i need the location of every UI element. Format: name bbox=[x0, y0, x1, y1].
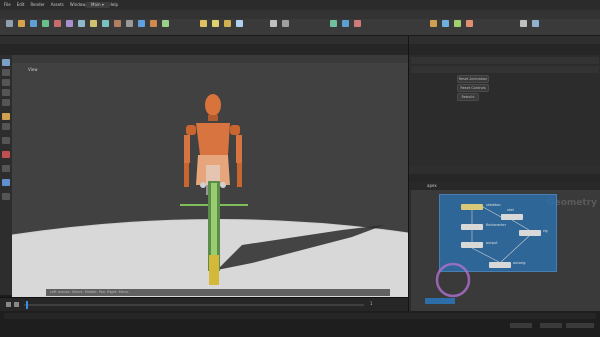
play-forward-icon[interactable] bbox=[14, 302, 19, 307]
character-head bbox=[205, 94, 221, 116]
network-path-bar[interactable]: apex bbox=[409, 182, 600, 190]
network-menu-bar[interactable] bbox=[409, 174, 600, 182]
node-header bbox=[411, 57, 599, 64]
menu-edit[interactable]: Edit bbox=[17, 2, 25, 8]
right-forearm bbox=[237, 163, 242, 187]
scene-viewport[interactable]: View Left mouse: Select. Middle: Pan. Ri… bbox=[12, 55, 408, 297]
left-knee bbox=[200, 182, 206, 188]
ipr-tool-icon[interactable] bbox=[532, 20, 539, 27]
spray-paint-tool-icon[interactable] bbox=[150, 20, 157, 27]
fluid-tool-icon[interactable] bbox=[342, 20, 349, 27]
scene-view-tabs[interactable] bbox=[0, 36, 408, 44]
parameter-path-bar[interactable] bbox=[409, 44, 600, 55]
rebuild-button[interactable]: Rebuild bbox=[457, 93, 479, 101]
record-tool-icon[interactable] bbox=[2, 151, 10, 158]
rotate-tool-icon[interactable] bbox=[2, 79, 10, 86]
network-view[interactable]: Geometry skeleton skel fkcharacter rig o… bbox=[411, 190, 600, 311]
right-shoulder bbox=[230, 125, 240, 135]
path-tool-icon[interactable] bbox=[138, 20, 145, 27]
selected-node-chip[interactable] bbox=[425, 298, 455, 304]
timeline-track[interactable] bbox=[24, 304, 364, 306]
menu-render[interactable]: Render bbox=[30, 2, 44, 8]
scene-path-bar[interactable] bbox=[0, 44, 408, 55]
left-shoulder bbox=[186, 125, 196, 135]
viewport-scene bbox=[12, 94, 408, 297]
network-path: apex bbox=[427, 183, 437, 188]
spot-light-icon[interactable] bbox=[224, 20, 231, 27]
current-frame[interactable]: 1 bbox=[370, 301, 373, 307]
snap-tool-icon[interactable] bbox=[2, 137, 10, 144]
pose-tool-icon[interactable] bbox=[2, 113, 10, 120]
character-torso bbox=[196, 123, 230, 155]
select-tool-icon[interactable] bbox=[2, 59, 10, 66]
shelf-tabs bbox=[0, 10, 600, 19]
playbar[interactable]: 1 bbox=[0, 297, 408, 312]
ghost-tool-icon[interactable] bbox=[2, 193, 10, 200]
handle-tool-icon[interactable] bbox=[2, 99, 10, 106]
viewport-tool-strip bbox=[0, 55, 12, 295]
auto-update-button[interactable] bbox=[540, 323, 562, 328]
view-tool-icon[interactable] bbox=[2, 123, 10, 130]
sim-tool-icon[interactable] bbox=[330, 20, 337, 27]
frame-marker[interactable] bbox=[26, 301, 28, 309]
reset-controls-button[interactable]: Reset Controls bbox=[457, 84, 489, 92]
point-light-icon[interactable] bbox=[212, 20, 219, 27]
root-control bbox=[209, 255, 219, 285]
solver-tool-icon[interactable] bbox=[430, 20, 437, 27]
menu-file[interactable]: File bbox=[4, 2, 11, 8]
move-tool-icon[interactable] bbox=[2, 69, 10, 76]
status-bar bbox=[0, 311, 600, 337]
play-back-icon[interactable] bbox=[6, 302, 11, 307]
display-tool-icon[interactable] bbox=[2, 165, 10, 172]
cloth-tool-icon[interactable] bbox=[466, 20, 473, 27]
camera-tool-icon[interactable] bbox=[270, 20, 277, 27]
desktop-label: Main bbox=[91, 2, 101, 7]
node-name-row[interactable] bbox=[411, 66, 599, 73]
status-hint: Left mouse: Select. Middle: Pan. Right: … bbox=[46, 289, 390, 296]
null-tool-icon[interactable] bbox=[78, 20, 85, 27]
vr-camera-icon[interactable] bbox=[282, 20, 289, 27]
parameter-tabs[interactable] bbox=[409, 36, 600, 44]
wire-tool-icon[interactable] bbox=[2, 179, 10, 186]
circle-tool-icon[interactable] bbox=[102, 20, 109, 27]
sphere-tool-icon[interactable] bbox=[30, 20, 37, 27]
particle-tool-icon[interactable] bbox=[442, 20, 449, 27]
reset-animation-button[interactable]: Reset Animation bbox=[457, 75, 489, 83]
desktop-dropdown[interactable]: Main ▾ bbox=[85, 2, 110, 8]
line-tool-icon[interactable] bbox=[90, 20, 97, 27]
right-knee bbox=[220, 182, 226, 188]
left-forearm bbox=[184, 163, 189, 187]
area-light-icon[interactable] bbox=[236, 20, 243, 27]
torus-tool-icon[interactable] bbox=[54, 20, 61, 27]
box-tool-icon[interactable] bbox=[18, 20, 25, 27]
create-tool-icon[interactable] bbox=[6, 20, 13, 27]
frame-range-bar[interactable] bbox=[4, 313, 596, 319]
draw-curve-tool-icon[interactable] bbox=[126, 20, 133, 27]
font-tool-icon[interactable] bbox=[162, 20, 169, 27]
cursor-highlight-ring bbox=[435, 262, 471, 298]
tube-tool-icon[interactable] bbox=[42, 20, 49, 27]
network-tabs[interactable] bbox=[409, 166, 600, 174]
left-arm bbox=[184, 135, 190, 163]
update-mode-button[interactable] bbox=[566, 323, 594, 328]
right-arm bbox=[236, 135, 242, 163]
character-neck bbox=[208, 115, 218, 121]
rbd-tool-icon[interactable] bbox=[354, 20, 361, 27]
right-panel: Reset Animation Reset Controls Rebuild a… bbox=[408, 36, 600, 311]
curve-tool-icon[interactable] bbox=[114, 20, 121, 27]
key-options-button[interactable] bbox=[510, 323, 532, 328]
grain-tool-icon[interactable] bbox=[454, 20, 461, 27]
render-tool-icon[interactable] bbox=[520, 20, 527, 27]
menu-assets[interactable]: Assets bbox=[51, 2, 64, 8]
node-wires bbox=[435, 206, 530, 298]
grid-tool-icon[interactable] bbox=[66, 20, 73, 27]
light-tool-icon[interactable] bbox=[200, 20, 207, 27]
scale-tool-icon[interactable] bbox=[2, 89, 10, 96]
menu-help[interactable]: Help bbox=[109, 2, 118, 8]
